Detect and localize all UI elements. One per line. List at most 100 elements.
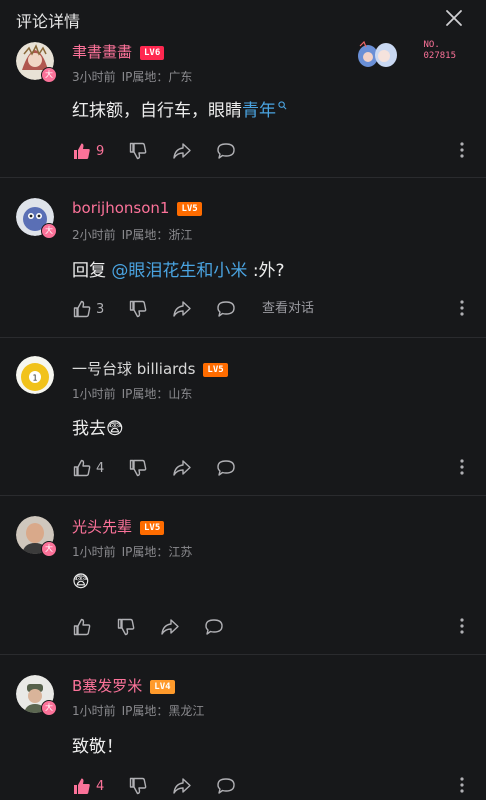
divider: [0, 177, 486, 178]
avatar-badge: 大: [41, 700, 57, 716]
reply-button[interactable]: [204, 616, 224, 638]
comment-actions: 9: [72, 140, 472, 162]
close-icon[interactable]: [444, 8, 464, 28]
reply-button[interactable]: [216, 775, 236, 797]
view-conversation-link[interactable]: 查看对话: [262, 298, 314, 320]
comment-text-rest: :外?: [252, 261, 285, 281]
like-button[interactable]: 3: [72, 298, 104, 320]
username-text[interactable]: B塞发罗米: [72, 677, 142, 695]
avatar-image: 1: [16, 356, 54, 394]
like-button[interactable]: 9: [72, 140, 104, 162]
thumbs-down-icon: [129, 142, 147, 160]
fan-badge-no-value: 027815: [423, 51, 456, 61]
page-title: 评论详情: [16, 12, 81, 31]
level-badge: LV5: [177, 202, 202, 216]
share-icon: [173, 143, 191, 159]
like-button[interactable]: [72, 616, 96, 638]
fan-badge-number: NO. 027815: [423, 40, 456, 62]
share-icon: [173, 460, 191, 476]
search-keyword-link[interactable]: 青年: [242, 101, 276, 121]
username[interactable]: 一号台球 billiards LV5: [72, 358, 228, 379]
share-icon: [173, 778, 191, 794]
reply-button[interactable]: [216, 457, 236, 479]
reply-bubble-icon: [205, 619, 223, 635]
more-vertical-icon[interactable]: [460, 142, 464, 158]
reply-button[interactable]: [216, 140, 236, 162]
avatar[interactable]: 1: [16, 356, 54, 394]
ip-location: IP属地：山东: [121, 387, 193, 401]
share-button[interactable]: [160, 616, 180, 638]
username[interactable]: 光头先辈 LV5: [72, 516, 165, 537]
like-count: 3: [96, 301, 105, 317]
level-badge: LV5: [203, 363, 228, 377]
level-badge: LV6: [140, 46, 165, 60]
share-button[interactable]: [172, 298, 192, 320]
share-button[interactable]: [172, 775, 192, 797]
username[interactable]: borijhonson1 LV5: [72, 199, 202, 217]
comment-time: 2小时前: [72, 228, 116, 242]
dislike-button[interactable]: [116, 616, 136, 638]
username[interactable]: B塞发罗米 LV4: [72, 675, 175, 696]
avatar[interactable]: 大: [16, 675, 57, 716]
level-badge: LV5: [140, 521, 165, 535]
share-icon: [161, 619, 179, 635]
comment-time: 1小时前: [72, 545, 116, 559]
like-button[interactable]: 4: [72, 457, 104, 479]
share-button[interactable]: [172, 457, 192, 479]
svg-text:1: 1: [32, 374, 37, 383]
search-icon[interactable]: [278, 101, 287, 110]
ip-location: IP属地：浙江: [121, 228, 193, 242]
comment-actions: 4: [72, 457, 472, 479]
comment-actions: [72, 616, 472, 638]
dislike-button[interactable]: [128, 140, 148, 162]
comment-text: 😨: [72, 572, 90, 592]
avatar-badge: 大: [41, 67, 57, 83]
thumbs-down-icon: [117, 618, 135, 636]
like-count: 9: [96, 143, 105, 159]
mention-link[interactable]: @眼泪花生和小米: [111, 261, 247, 281]
dislike-button[interactable]: [128, 298, 148, 320]
thumbs-down-icon: [129, 300, 147, 318]
dislike-button[interactable]: [128, 457, 148, 479]
comment-text: 红抹额，自行车，眼睛青年: [72, 96, 287, 121]
username-text[interactable]: borijhonson1: [72, 199, 169, 217]
fan-badge[interactable]: NO. 027815: [356, 38, 456, 72]
header: 评论详情: [0, 0, 486, 36]
share-icon: [173, 301, 191, 317]
comment-meta: 1小时前 IP属地：山东: [72, 385, 198, 402]
comment-actions: 3 查看对话: [72, 298, 472, 320]
reply-bubble-icon: [217, 778, 235, 794]
avatar[interactable]: 大: [16, 198, 57, 239]
share-button[interactable]: [172, 140, 192, 162]
username-text[interactable]: 一号台球 billiards: [72, 360, 195, 378]
username-text[interactable]: 光头先辈: [72, 518, 132, 536]
comment-meta: 2小时前 IP属地：浙江: [72, 226, 198, 243]
more-vertical-icon[interactable]: [460, 459, 464, 475]
comment-time: 3小时前: [72, 70, 116, 84]
like-button[interactable]: 4: [72, 775, 104, 797]
reply-button[interactable]: [216, 298, 236, 320]
avatar-badge: 大: [41, 223, 57, 239]
reply-bubble-icon: [217, 143, 235, 159]
ip-location: IP属地：黑龙江: [121, 704, 205, 718]
comment-meta: 3小时前 IP属地：广东: [72, 68, 198, 85]
dislike-button[interactable]: [128, 775, 148, 797]
more-vertical-icon[interactable]: [460, 777, 464, 793]
username-text[interactable]: 聿書畫畵: [72, 43, 132, 61]
level-badge: LV4: [150, 680, 175, 694]
thumbs-down-icon: [129, 459, 147, 477]
comment-text: 回复 @眼泪花生和小米 :外?: [72, 256, 285, 281]
divider: [0, 495, 486, 496]
reply-bubble-icon: [217, 301, 235, 317]
more-vertical-icon[interactable]: [460, 618, 464, 634]
divider: [0, 337, 486, 338]
avatar[interactable]: 大: [16, 42, 57, 83]
more-vertical-icon[interactable]: [460, 300, 464, 316]
username[interactable]: 聿書畫畵 LV6: [72, 41, 165, 62]
ip-location: IP属地：江苏: [121, 545, 193, 559]
comment-time: 1小时前: [72, 387, 116, 401]
thumbs-down-icon: [129, 777, 147, 795]
avatar[interactable]: 大: [16, 516, 57, 557]
fan-badge-no-label: NO.: [423, 40, 440, 50]
like-count: 4: [96, 460, 105, 476]
